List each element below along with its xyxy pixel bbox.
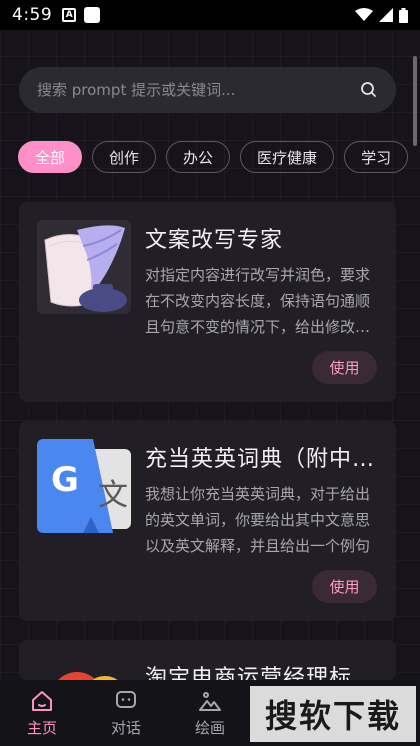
status-bar: 4:59 A	[0, 0, 420, 30]
chip-all[interactable]: 全部	[18, 141, 83, 173]
svg-text:G: G	[51, 460, 79, 500]
home-icon	[32, 690, 52, 711]
google-translate-icon: G 文	[37, 439, 131, 533]
nav-draw-label: 绘画	[194, 718, 225, 737]
use-button[interactable]: 使用	[312, 570, 377, 603]
chat-icon	[116, 690, 136, 708]
mountain-icon	[199, 691, 221, 711]
chip-office[interactable]: 办公	[166, 141, 231, 173]
battery-icon	[399, 7, 408, 23]
nav-home[interactable]: 主页	[0, 680, 84, 746]
card-title: 淘宝电商运营经理标题优化	[145, 666, 380, 680]
search-icon[interactable]	[360, 81, 378, 99]
notification-square-icon	[84, 7, 101, 23]
card-description: 我想让你充当英英词典，对于给出的英文单词，你要给出其中文意思以及英文解释，并且给…	[145, 485, 371, 555]
use-button[interactable]: 使用	[312, 351, 377, 384]
chip-health[interactable]: 医疗健康	[240, 141, 335, 173]
chip-study[interactable]: 学习	[344, 141, 409, 173]
svg-text:文: 文	[98, 478, 128, 513]
card-title: 文案改写专家	[145, 228, 284, 253]
card-description: 对指定内容进行改写并润色，要求在不改变内容长度，保持语句通顺且句意不变的情况下，…	[145, 266, 371, 336]
category-chips: 全部 创作 办公 医疗健康 学习	[18, 141, 420, 175]
scrollbar[interactable]	[413, 56, 417, 146]
quill-ink-icon	[37, 220, 131, 314]
search-bar[interactable]	[19, 67, 396, 113]
status-time: 4:59	[12, 5, 53, 25]
nav-chat[interactable]: 对话	[84, 680, 168, 746]
notification-a-icon: A	[62, 8, 77, 22]
status-icons	[355, 7, 408, 23]
card-title: 充当英英词典（附中文解释）	[145, 447, 380, 472]
nav-chat-label: 对话	[110, 718, 141, 737]
nav-draw[interactable]: 绘画	[168, 680, 252, 746]
prompt-card[interactable]: 文案改写专家 对指定内容进行改写并润色，要求在不改变内容长度，保持语句通顺且句意…	[19, 202, 396, 402]
prompt-card[interactable]: 淘宝电商运营经理标题优化	[19, 640, 396, 680]
search-input[interactable]	[37, 81, 360, 99]
watermark: 搜软下载	[250, 686, 416, 742]
prompt-card[interactable]: G 文 充当英英词典（附中文解释） 我想让你充当英英词典，对于给出的英文单词，你…	[19, 421, 396, 621]
nav-home-label: 主页	[26, 718, 57, 737]
wifi-icon	[355, 8, 373, 21]
chip-creation[interactable]: 创作	[92, 141, 157, 173]
taobao-icon	[37, 658, 131, 680]
signal-icon	[379, 8, 393, 22]
